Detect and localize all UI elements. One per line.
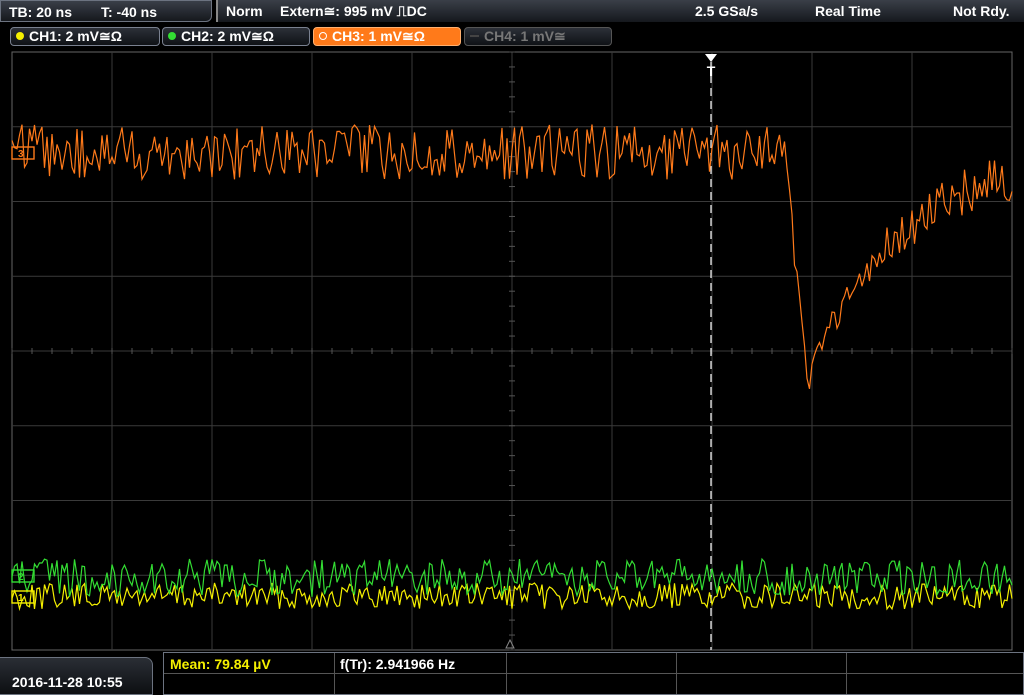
tab-ch4[interactable]: CH4: 1 mV≅ [464, 27, 612, 46]
trigger-label: T [707, 63, 716, 79]
center-marker-icon [505, 638, 515, 649]
measurement-panel[interactable]: Mean: 79.84 µV f(Tr): 2.941966 Hz [163, 652, 1024, 695]
tab-ch2[interactable]: CH2: 2 mV≅Ω [162, 27, 310, 46]
measurement-mean[interactable]: Mean: 79.84 µV [170, 656, 271, 672]
sample-rate[interactable]: 2.5 GSa/s [695, 3, 758, 19]
tab-ch1[interactable]: CH1: 2 mV≅Ω [10, 27, 160, 46]
acquisition-mode[interactable]: Real Time [815, 3, 881, 19]
ch1-dot-icon [16, 32, 24, 40]
datetime-box: 2016-11-28 10:55 [0, 657, 153, 695]
ch4-label: CH4: 1 mV≅ [484, 28, 566, 44]
trigger-source[interactable]: Extern≅: 995 mV ⎍DC [280, 3, 427, 20]
meas-divider [164, 673, 1023, 674]
top-bar: TB: 20 ns T: -40 ns Norm Extern≅: 995 mV… [0, 0, 1024, 24]
ch3-offset-marker[interactable]: 3 [11, 146, 35, 160]
measurement-frequency[interactable]: f(Tr): 2.941966 Hz [340, 656, 455, 672]
ch2-offset-marker[interactable]: 2 [11, 569, 35, 583]
trigger-mode[interactable]: Norm [226, 3, 263, 19]
ch2-marker-label: 2 [18, 572, 24, 583]
ch3-label: CH3: 1 mV≅Ω [332, 28, 425, 44]
status-bar[interactable]: Norm Extern≅: 995 mV ⎍DC 2.5 GSa/s Real … [216, 0, 1024, 22]
channel-tabs: CH1: 2 mV≅Ω CH2: 2 mV≅Ω CH3: 1 mV≅Ω CH4:… [0, 24, 1024, 48]
tab-ch3[interactable]: CH3: 1 mV≅Ω [313, 27, 461, 46]
ch4-dash-icon [470, 35, 479, 37]
ch1-marker-label: 1 [18, 593, 24, 604]
waveform-display[interactable]: T 3 2 1 [0, 48, 1024, 654]
waveform-svg[interactable]: T 3 2 1 [0, 48, 1024, 654]
timebase-box[interactable]: TB: 20 ns T: -40 ns [0, 0, 212, 22]
trigger-time-label: T: -40 ns [101, 4, 158, 20]
ch3-marker-label: 3 [18, 149, 24, 160]
run-state[interactable]: Not Rdy. [953, 3, 1010, 19]
trigger-arrow-icon[interactable] [705, 54, 717, 62]
ch2-dot-icon [168, 32, 176, 40]
ch3-dot-icon [319, 32, 327, 40]
graticule [11, 51, 1013, 651]
ch1-label: CH1: 2 mV≅Ω [29, 28, 122, 44]
ch2-label: CH2: 2 mV≅Ω [181, 28, 274, 44]
datetime: 2016-11-28 10:55 [12, 674, 123, 690]
timebase-label: TB: 20 ns [9, 4, 73, 20]
